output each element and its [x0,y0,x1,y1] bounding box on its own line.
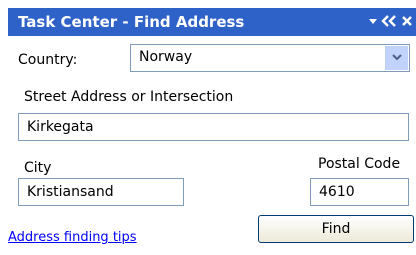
chevron-down-icon[interactable] [385,46,408,70]
street-label: Street Address or Intersection [24,89,234,105]
country-selected-value: Norway [139,49,193,65]
find-button[interactable]: Find [258,215,414,243]
city-input[interactable]: Kristiansand [18,178,184,206]
postal-code-input[interactable]: 4610 [310,178,409,206]
street-input[interactable]: Kirkegata [18,113,409,141]
down-triangle-icon[interactable] [368,12,378,36]
title-bar: Task Center - Find Address [8,8,416,36]
country-label: Country: [18,52,78,68]
postal-code-label: Postal Code [318,156,401,172]
country-select[interactable]: Norway [130,44,410,72]
double-chevron-left-icon[interactable] [381,12,397,36]
address-tips-link[interactable]: Address finding tips [8,230,137,245]
find-address-panel: Task Center - Find Address Country: Norw… [0,0,416,255]
close-icon[interactable] [401,12,413,36]
panel-title: Task Center - Find Address [18,13,245,31]
city-label: City [24,160,52,176]
